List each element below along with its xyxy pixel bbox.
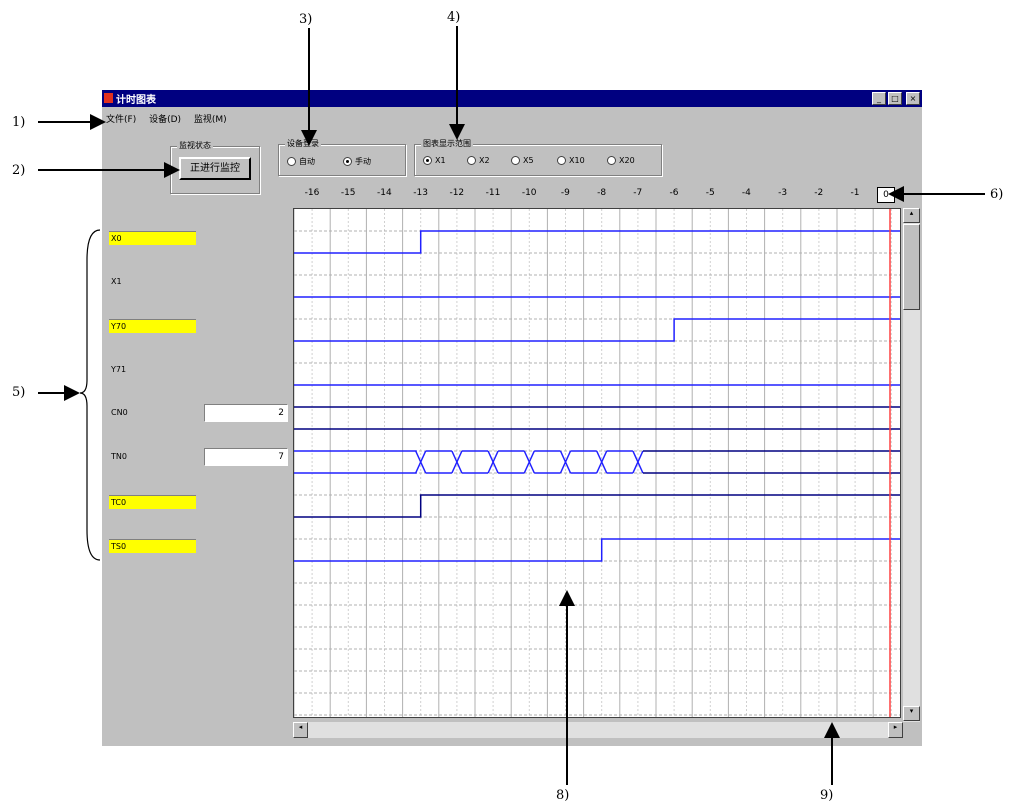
callout-1: 1): [12, 115, 26, 130]
title-bar: 计时图表 _ □ ×: [102, 90, 922, 107]
time-tick-label: -7: [633, 188, 643, 198]
trace-ts0: [294, 538, 900, 562]
radio-icon: [287, 157, 296, 166]
timing-plot: [293, 208, 901, 718]
time-tick-label: -11: [485, 188, 501, 198]
trace-tc0: [294, 494, 900, 518]
minimize-icon[interactable]: _: [872, 92, 886, 105]
time-tick-label: -16: [304, 188, 320, 198]
time-tick-label: -5: [705, 188, 715, 198]
radio-label: X20: [619, 156, 635, 165]
scale-x10-radio[interactable]: X10: [557, 156, 585, 165]
signal-label-ts0[interactable]: TS0: [109, 539, 196, 553]
radio-selected-icon: [423, 156, 432, 165]
menu-bar: 文件(F) 设备(D) 监视(M): [106, 112, 237, 126]
monitor-toggle-button[interactable]: 正进行监控: [179, 157, 251, 180]
callout-2: 2): [12, 163, 26, 178]
signal-label-y71[interactable]: Y71: [109, 363, 196, 377]
callout-9: 9): [820, 788, 834, 803]
scroll-left-icon[interactable]: ◂: [293, 722, 308, 738]
close-icon[interactable]: ×: [906, 92, 920, 105]
signal-label-y70[interactable]: Y70: [109, 319, 196, 333]
menu-device[interactable]: 设备(D): [149, 115, 181, 125]
radio-label: X10: [569, 156, 585, 165]
menu-monitor[interactable]: 监视(M): [194, 115, 227, 125]
display-scale-title: 图表显示范围: [421, 138, 473, 149]
display-scale-group: 图表显示范围 X1 X2 X5 X10 X20: [414, 138, 662, 176]
time-tick-label: -2: [814, 188, 824, 198]
radio-label: X2: [479, 156, 490, 165]
scale-x20-radio[interactable]: X20: [607, 156, 635, 165]
sampling-mode-group: 设备登录 自动 手动: [278, 138, 406, 176]
time-tick-label: -8: [597, 188, 607, 198]
radio-selected-icon: [343, 157, 352, 166]
horizontal-scrollbar[interactable]: ◂ ▸: [293, 722, 903, 738]
scale-x5-radio[interactable]: X5: [511, 156, 534, 165]
trace-y70: [294, 318, 900, 342]
scroll-right-icon[interactable]: ▸: [888, 722, 903, 738]
radio-icon: [557, 156, 566, 165]
signal-label-x1[interactable]: X1: [109, 275, 196, 289]
callout-3: 3): [299, 12, 313, 27]
time-tick-label: -10: [521, 188, 537, 198]
menu-file[interactable]: 文件(F): [106, 115, 136, 125]
radio-label: X5: [523, 156, 534, 165]
time-tick-label: -9: [560, 188, 570, 198]
time-tick-label: -15: [340, 188, 356, 198]
time-tick-label: -6: [669, 188, 679, 198]
callout-6: 6): [990, 187, 1004, 202]
radio-icon: [607, 156, 616, 165]
signal-label-cn0[interactable]: CN0: [109, 406, 196, 420]
radio-icon: [511, 156, 520, 165]
scroll-up-icon[interactable]: ▴: [903, 208, 920, 223]
sampling-auto-radio[interactable]: 自动: [287, 156, 315, 167]
signal-label-tc0[interactable]: TC0: [109, 495, 196, 509]
scroll-down-icon[interactable]: ▾: [903, 706, 920, 721]
time-tick-label: -14: [377, 188, 392, 198]
app-icon: [104, 93, 113, 103]
time-tick-label: -4: [741, 188, 751, 198]
monitor-status-title: 监视状态: [177, 140, 213, 151]
sampling-manual-radio[interactable]: 手动: [343, 156, 371, 167]
time-tick-label: -3: [778, 188, 788, 198]
signal-label-tn0[interactable]: TN0: [109, 450, 196, 464]
window-title: 计时图表: [116, 95, 156, 106]
radio-label: 手动: [355, 157, 371, 166]
time-tick-label: -1: [850, 188, 860, 198]
monitor-status-group: 监视状态 正进行监控: [170, 140, 260, 194]
time-zero-marker[interactable]: 0: [877, 187, 895, 203]
scale-x1-radio[interactable]: X1: [423, 156, 446, 165]
signal-label-x0[interactable]: X0: [109, 231, 196, 245]
radio-label: 自动: [299, 157, 315, 166]
radio-label: X1: [435, 156, 446, 165]
signal-value-cn0[interactable]: 2: [204, 404, 288, 422]
scroll-thumb[interactable]: [903, 224, 920, 310]
signal-value-tn0[interactable]: 7: [204, 448, 288, 466]
vertical-scrollbar[interactable]: ▴ ▾: [903, 208, 920, 722]
scale-x2-radio[interactable]: X2: [467, 156, 490, 165]
radio-icon: [467, 156, 476, 165]
callout-4: 4): [447, 10, 461, 25]
maximize-icon[interactable]: □: [888, 92, 902, 105]
callout-8: 8): [556, 788, 570, 803]
callout-5: 5): [12, 385, 26, 400]
sampling-mode-title: 设备登录: [285, 138, 321, 149]
time-tick-label: -12: [449, 188, 465, 198]
trace-x0: [294, 230, 900, 254]
time-tick-label: -13: [413, 188, 428, 198]
